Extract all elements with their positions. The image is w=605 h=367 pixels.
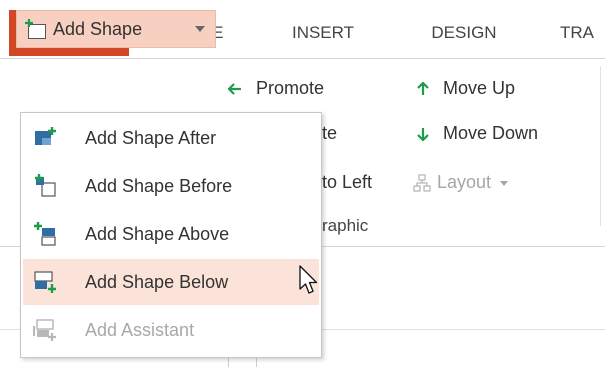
move-up-label: Move Up: [443, 78, 516, 98]
tab-insert[interactable]: INSERT: [278, 10, 368, 56]
mouse-cursor-icon: [299, 265, 319, 300]
menu-item-label: Add Shape After: [85, 128, 217, 148]
add-shape-icon: [24, 19, 48, 46]
chevron-down-icon[interactable]: [195, 26, 205, 32]
arrow-down-icon: [417, 128, 429, 142]
smartart-group-label: raphic: [322, 216, 368, 236]
menu-item-label: Add Shape Before: [85, 176, 233, 196]
promote-button[interactable]: Promote: [227, 78, 325, 99]
add-shape-dropdown-menu: Add Shape After Add Shape Before Add Sha…: [20, 112, 322, 358]
arrow-left-icon: [227, 83, 241, 96]
add-assistant-icon: [32, 318, 57, 342]
add-shape-label: Add Shape: [53, 19, 143, 39]
move-up-button[interactable]: Move Up: [417, 78, 515, 99]
menu-item-add-shape-before[interactable]: Add Shape Before: [21, 163, 321, 209]
promote-label: Promote: [256, 78, 325, 98]
add-shape-below-icon: [33, 270, 57, 294]
menu-item-add-shape-below[interactable]: Add Shape Below: [23, 259, 319, 305]
add-shape-after-icon: [33, 126, 57, 150]
arrow-up-icon: [417, 81, 429, 96]
menu-item-label: Add Shape Above: [85, 224, 230, 244]
chevron-down-icon: [500, 180, 509, 186]
move-down-button[interactable]: Move Down: [417, 123, 538, 144]
menu-item-label: Add Shape Below: [85, 272, 229, 292]
group-label-text: raphic: [322, 216, 369, 235]
add-shape-above-icon: [33, 222, 57, 246]
menu-item-add-shape-after[interactable]: Add Shape After: [21, 115, 321, 161]
menu-item-add-shape-above[interactable]: Add Shape Above: [21, 211, 321, 257]
move-down-label: Move Down: [443, 123, 539, 143]
right-to-left-button[interactable]: to Left: [322, 172, 372, 193]
group-divider: [600, 66, 601, 226]
tab-design[interactable]: DESIGN: [412, 10, 516, 56]
layout-button[interactable]: Layout: [413, 172, 509, 193]
layout-label: Layout: [437, 172, 492, 192]
demote-button[interactable]: te: [322, 123, 337, 144]
demote-label: te: [322, 123, 338, 143]
add-shape-button[interactable]: Add Shape: [16, 10, 216, 48]
menu-item-label: Add Assistant: [85, 320, 195, 340]
menu-item-add-assistant[interactable]: Add Assistant: [21, 307, 321, 353]
right-to-left-label: to Left: [322, 172, 373, 192]
layout-icon: [413, 174, 431, 192]
add-shape-before-icon: [33, 174, 57, 198]
tab-transitions[interactable]: TRA: [560, 10, 605, 56]
